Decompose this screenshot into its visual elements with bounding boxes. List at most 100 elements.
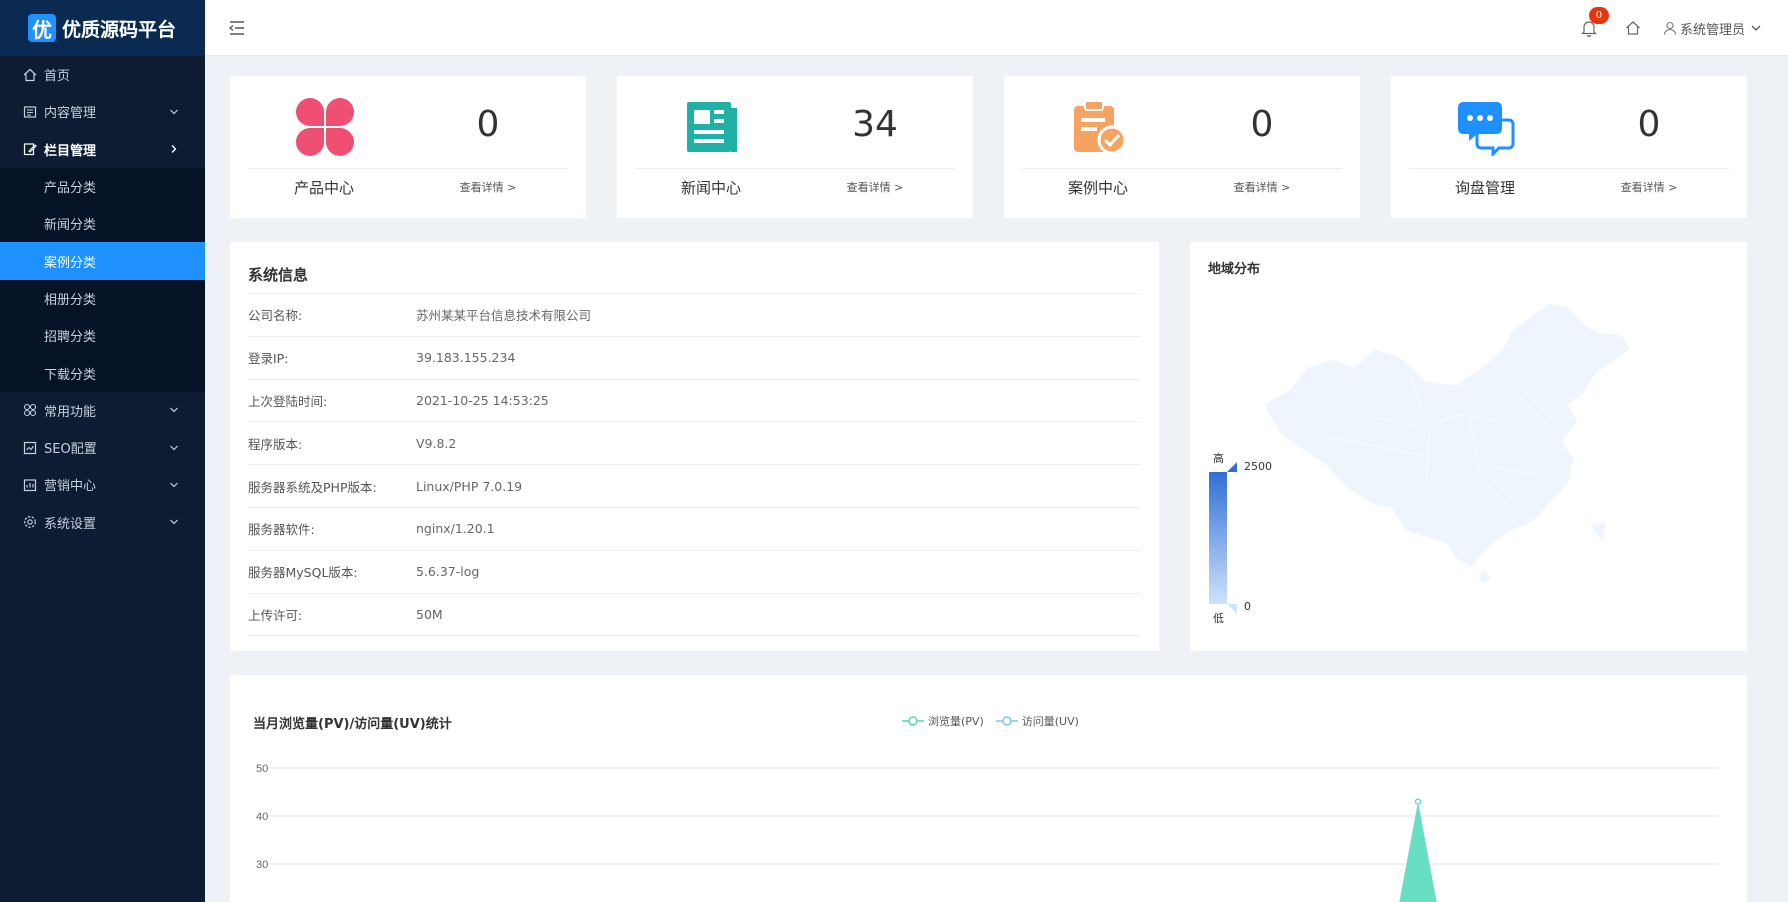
- card-title: 新闻中心: [680, 179, 741, 197]
- y-tick-label: 30: [256, 859, 268, 871]
- sidebar-item-label: 栏目管理: [44, 143, 97, 159]
- logo-mark: 优: [28, 14, 56, 42]
- row-value: Linux/PHP 7.0.19: [416, 478, 523, 494]
- card-divider: [1022, 168, 1342, 169]
- logo-text: 优质源码平台: [62, 18, 177, 41]
- table-row: 公司名称: 苏州某某平台信息技术有限公司: [248, 294, 1141, 337]
- row-value: V9.8.2: [416, 435, 457, 451]
- notification-button[interactable]: 0: [1581, 7, 1609, 38]
- user-icon: [1663, 21, 1677, 35]
- chevron-down-icon: [170, 407, 178, 413]
- logo[interactable]: 优 优质源码平台: [0, 0, 205, 56]
- row-value: nginx/1.20.1: [416, 521, 495, 537]
- row-key: 公司名称:: [248, 308, 303, 324]
- notification-badge: 0: [1588, 7, 1609, 24]
- system-info-table: 公司名称: 苏州某某平台信息技术有限公司 登录IP: 39.183.155.234 …: [248, 293, 1141, 637]
- sidebar-subitem-product-category[interactable]: 产品分类: [0, 168, 205, 205]
- sidebar-submenu: 产品分类 新闻分类 案例分类 相册分类 招聘分类 下载分类: [0, 167, 205, 392]
- card-detail-link[interactable]: 查看详情 >: [1182, 179, 1342, 195]
- sidebar-item-label: 营销中心: [44, 479, 97, 495]
- menu-collapse-icon[interactable]: [227, 18, 247, 38]
- card-detail-link[interactable]: 查看详情 >: [1569, 179, 1729, 195]
- y-tick-label: 50: [256, 763, 268, 775]
- card-news-center: 34 新闻中心 查看详情 >: [617, 76, 973, 218]
- chevron-down-icon: [170, 445, 178, 450]
- sidebar-item-seo[interactable]: SEO配置: [0, 429, 205, 466]
- table-row: 登录IP: 39.183.155.234: [248, 337, 1141, 380]
- table-row: 服务器MySQL版本: 5.6.37-log: [248, 551, 1141, 594]
- sidebar: 优 优质源码平台 首页 内容管理 栏目管理 产品分类 新闻分类 案例分类 相册分…: [0, 0, 205, 902]
- card-divider: [248, 168, 568, 169]
- card-title: 产品中心: [293, 179, 354, 197]
- table-row: 服务器系统及PHP版本: Linux/PHP 7.0.19: [248, 465, 1141, 508]
- pv-uv-chart[interactable]: 30 40 50: [230, 675, 1747, 902]
- sidebar-item-columns[interactable]: 栏目管理: [0, 131, 205, 168]
- home-button[interactable]: [1625, 20, 1641, 36]
- sidebar-item-home[interactable]: 首页: [0, 56, 205, 93]
- card-detail-link[interactable]: 查看详情 >: [795, 179, 955, 195]
- card-product-center: 0 产品中心 查看详情 >: [230, 76, 586, 218]
- row-key: 登录IP:: [248, 351, 289, 367]
- header-actions: 0 系统管理员: [1581, 0, 1766, 56]
- row-key: 服务器MySQL版本:: [248, 565, 358, 581]
- sidebar-subitem-download-category[interactable]: 下载分类: [0, 354, 205, 391]
- marketing-icon: [22, 477, 38, 493]
- row-key: 上传许可:: [248, 607, 303, 623]
- sidebar-item-content[interactable]: 内容管理: [0, 93, 205, 130]
- region-distribution-panel: 地域分布 高 2500 0 低: [1190, 242, 1747, 651]
- user-name: 系统管理员: [1679, 22, 1745, 38]
- card-title: 询盘管理: [1454, 179, 1515, 197]
- row-key: 服务器系统及PHP版本:: [248, 479, 377, 495]
- card-case-center: 0 案例中心 查看详情 >: [1004, 76, 1360, 218]
- row-value: 2021-10-25 14:53:25: [416, 392, 549, 408]
- top-header: 0 系统管理员: [205, 0, 1788, 56]
- pv-uv-chart-panel: 当月浏览量(PV)/访问量(UV)统计 浏览量(PV) 访问量(UV) 30 40…: [230, 675, 1747, 902]
- row-value: 39.183.155.234: [416, 350, 516, 366]
- row-value: 50M: [416, 606, 443, 622]
- pv-area-series[interactable]: [1396, 801, 1440, 902]
- clipboard-check-icon: [1074, 100, 1127, 155]
- legend-low-handle[interactable]: [1227, 604, 1237, 614]
- sidebar-subitem-recruit-category[interactable]: 招聘分类: [0, 317, 205, 354]
- newspaper-icon: [687, 102, 737, 152]
- document-icon: [22, 104, 38, 120]
- row-key: 服务器软件:: [248, 522, 315, 538]
- china-map[interactable]: [1250, 297, 1680, 597]
- card-detail-link[interactable]: 查看详情 >: [408, 179, 568, 195]
- y-tick-label: 40: [256, 811, 268, 823]
- sidebar-subitem-album-category[interactable]: 相册分类: [0, 280, 205, 317]
- chevron-down-icon: [170, 109, 178, 115]
- sidebar-subitem-news-category[interactable]: 新闻分类: [0, 205, 205, 242]
- sidebar-item-common-functions[interactable]: 常用功能: [0, 392, 205, 429]
- sidebar-item-label: 首页: [44, 69, 71, 85]
- sidebar-nav: 首页 内容管理 栏目管理: [0, 56, 205, 168]
- system-info-panel: 系统信息 公司名称: 苏州某某平台信息技术有限公司 登录IP: 39.183.155…: [230, 242, 1159, 651]
- sidebar-item-label: 内容管理: [44, 106, 97, 122]
- chevron-right-icon: [171, 145, 177, 154]
- sidebar-nav-lower: 常用功能 SEO配置 营销中心 系统设置: [0, 392, 205, 541]
- sidebar-item-label: 系统设置: [44, 516, 97, 532]
- pv-peak-point[interactable]: [1414, 798, 1422, 805]
- visual-map-legend-bar[interactable]: [1209, 472, 1227, 604]
- sidebar-subitem-case-category[interactable]: 案例分类: [0, 242, 205, 280]
- chevron-down-icon: [170, 482, 178, 488]
- stat-cards: 0 产品中心 查看详情 > 34 新闻中心 查看详情 > 0 案例中心 查看详情…: [230, 76, 1747, 218]
- sidebar-item-system-settings[interactable]: 系统设置: [0, 504, 205, 541]
- card-divider: [635, 168, 955, 169]
- legend-low-label: 低: [1213, 612, 1224, 625]
- card-inquiry-management: 0 询盘管理 查看详情 >: [1391, 76, 1747, 218]
- clover-icon: [296, 98, 354, 156]
- chevron-down-icon: [1751, 25, 1761, 31]
- table-row: 上传许可: 50M: [248, 594, 1141, 637]
- legend-high-handle[interactable]: [1227, 462, 1237, 472]
- card-divider: [1409, 168, 1729, 169]
- legend-max-value: 2500: [1244, 460, 1272, 473]
- chat-bubbles-icon: [1458, 102, 1515, 156]
- sidebar-item-label: SEO配置: [44, 442, 97, 458]
- row-key: 程序版本:: [248, 436, 303, 452]
- row-key: 上次登陆时间:: [248, 393, 328, 409]
- card-title: 案例中心: [1067, 179, 1128, 197]
- user-menu[interactable]: 系统管理员: [1663, 19, 1766, 38]
- sidebar-item-marketing[interactable]: 营销中心: [0, 466, 205, 503]
- sidebar-item-label: 常用功能: [44, 404, 97, 420]
